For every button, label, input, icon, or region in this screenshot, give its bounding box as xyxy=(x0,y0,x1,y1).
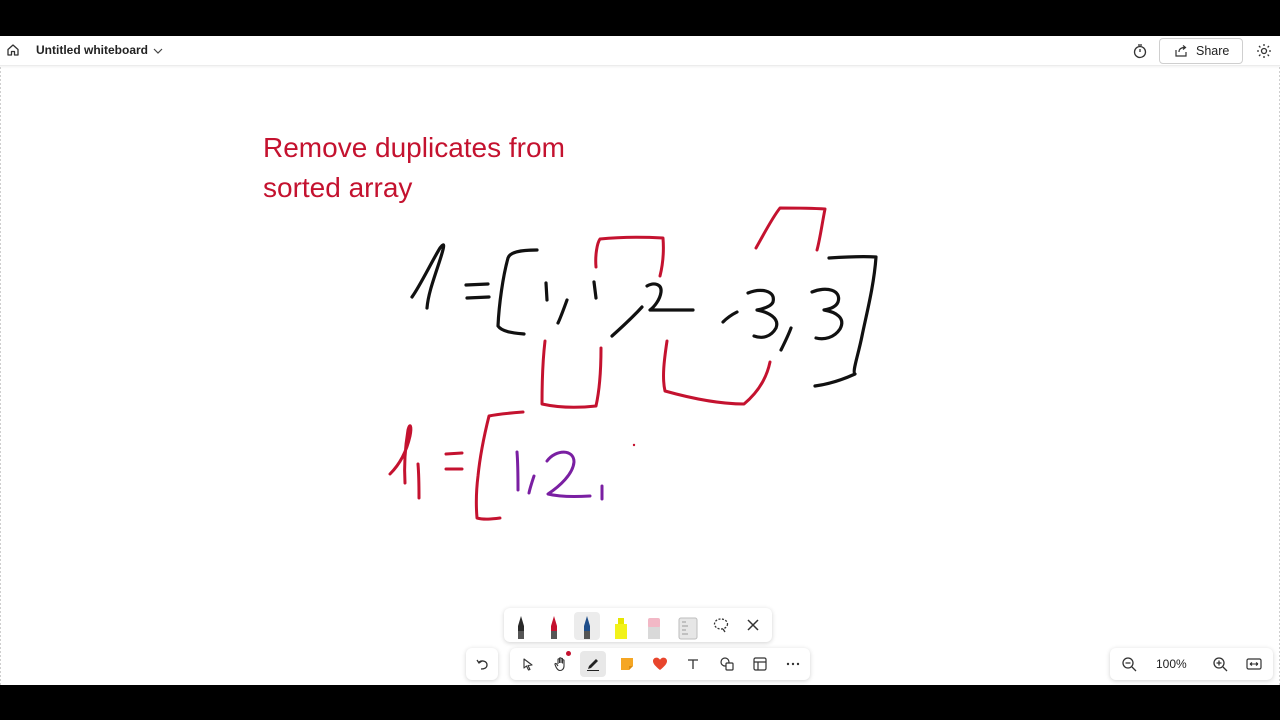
templates-icon xyxy=(753,657,767,671)
ink-digit-3a xyxy=(746,288,779,339)
ink-black-strokes xyxy=(410,243,878,388)
ink-comma-purple-1 xyxy=(527,474,536,495)
ink-equals-top xyxy=(464,282,490,287)
zoom-out-icon[interactable] xyxy=(1120,655,1138,673)
zoom-in-icon[interactable] xyxy=(1211,655,1229,673)
reactions-tool[interactable] xyxy=(647,651,673,677)
red-pen-icon xyxy=(551,616,557,639)
shapes-icon xyxy=(720,657,734,671)
ink-loop-threes-bottom xyxy=(662,339,772,406)
letterbox-bottom xyxy=(0,685,1280,720)
whiteboard-app: Untitled whiteboard Share Remove duplica… xyxy=(0,36,1280,685)
templates-tool[interactable] xyxy=(747,651,773,677)
ink-digit-1a xyxy=(544,281,549,302)
ink-loop-ones-bottom xyxy=(540,339,603,409)
more-icon xyxy=(786,662,800,666)
ink-bracket2-open xyxy=(474,410,525,521)
undo-icon xyxy=(476,659,488,670)
ink-loop-threes-top xyxy=(754,206,827,252)
close-icon[interactable] xyxy=(744,616,762,634)
tools-group xyxy=(510,648,810,680)
ink-digit-2 xyxy=(645,282,695,312)
pointer-icon xyxy=(523,658,533,671)
ink-letter-l1 xyxy=(388,424,413,485)
recording-dot xyxy=(566,651,571,656)
ink-dot xyxy=(632,443,636,447)
more-tool[interactable] xyxy=(780,651,806,677)
ink-comma-1 xyxy=(556,298,569,325)
red-pen[interactable] xyxy=(541,612,567,640)
ink-letter-l xyxy=(410,243,446,310)
inking-tool[interactable] xyxy=(580,651,606,677)
ink-subscript-1 xyxy=(416,462,421,500)
heart-icon xyxy=(653,657,667,670)
ink-digit-3b xyxy=(810,287,844,341)
undo-button[interactable] xyxy=(466,648,498,680)
hand-icon xyxy=(554,657,565,672)
ink-purple-strokes xyxy=(515,443,636,501)
ink-digit-purple-2 xyxy=(545,450,592,499)
zoom-level[interactable]: 100% xyxy=(1156,657,1187,671)
ink-equals2-top xyxy=(444,451,464,456)
shapes-tool[interactable] xyxy=(714,651,740,677)
highlighter-icon xyxy=(615,618,627,639)
ink-digit-1b xyxy=(592,280,598,300)
eraser-icon xyxy=(648,618,660,639)
pen-tray xyxy=(504,608,772,642)
blue-pen[interactable] xyxy=(574,612,600,640)
ink-comma-4 xyxy=(779,326,793,352)
black-pen-icon xyxy=(518,616,524,639)
text-icon xyxy=(688,659,698,669)
eraser[interactable] xyxy=(641,612,667,640)
ink-comma-2 xyxy=(610,305,644,338)
ink-loop-ones-top xyxy=(594,235,665,278)
sticky-note-icon xyxy=(621,658,633,670)
ink-red-strokes xyxy=(388,206,827,521)
text-tool[interactable] xyxy=(680,651,706,677)
hand-tool[interactable] xyxy=(548,651,574,677)
ink-bracket-close xyxy=(813,254,878,388)
lasso-select-icon[interactable] xyxy=(712,616,730,634)
ink-equals-bottom xyxy=(465,295,491,300)
letterbox-top xyxy=(0,0,1280,36)
ink-layer[interactable] xyxy=(0,36,1280,685)
ink-comma-3 xyxy=(721,310,739,324)
pen-icon xyxy=(587,659,599,671)
bottom-toolbar xyxy=(466,648,810,680)
ruler[interactable] xyxy=(675,612,701,640)
zoom-controls: 100% xyxy=(1110,648,1273,680)
black-pen[interactable] xyxy=(508,612,534,640)
select-tool[interactable] xyxy=(515,651,541,677)
ink-digit-purple-1 xyxy=(515,450,520,492)
ink-bracket-open xyxy=(496,248,539,336)
sticky-note-tool[interactable] xyxy=(614,651,640,677)
highlighter[interactable] xyxy=(608,612,634,640)
ruler-icon xyxy=(678,617,698,640)
blue-pen-icon xyxy=(584,616,590,639)
fit-to-screen-icon[interactable] xyxy=(1245,655,1263,673)
